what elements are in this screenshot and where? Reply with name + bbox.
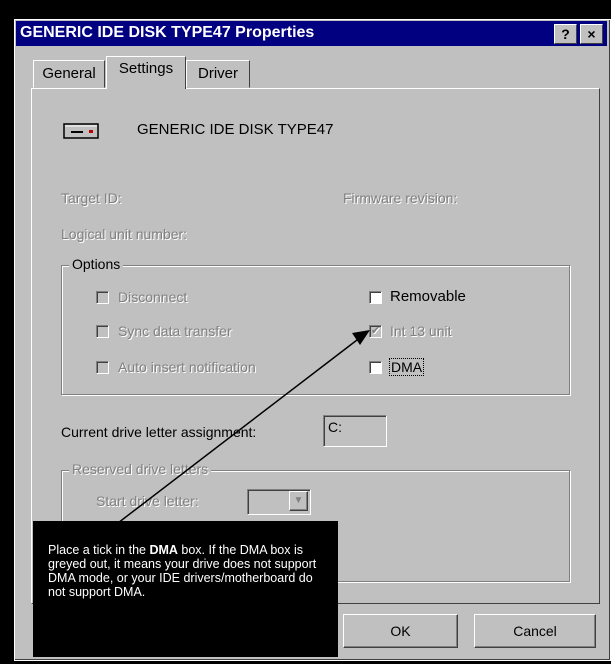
arrow-annotation bbox=[117, 330, 370, 524]
tab-settings[interactable]: Settings bbox=[106, 56, 186, 89]
